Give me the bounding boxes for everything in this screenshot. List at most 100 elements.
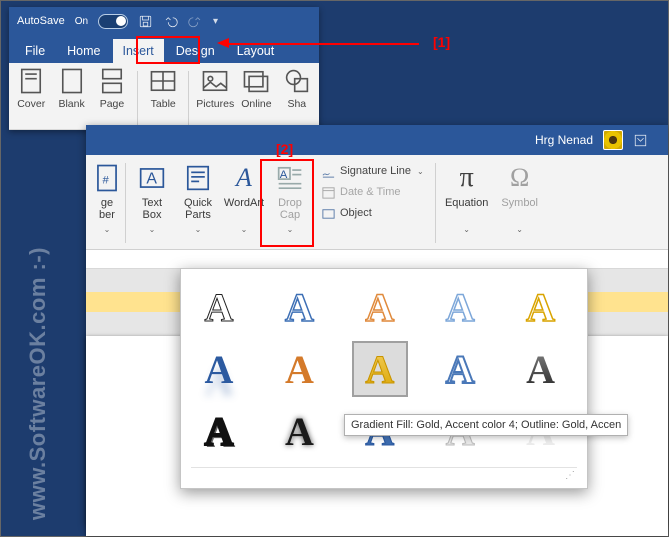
shapes-icon bbox=[282, 67, 312, 95]
cmd-wordart[interactable]: A WordArt ⌄ bbox=[221, 159, 267, 247]
text-group-stack: Signature Line ⌄ Date & Time Object bbox=[313, 159, 432, 247]
quick-parts-icon bbox=[181, 161, 215, 195]
chevron-down-icon: ⌄ bbox=[149, 225, 156, 234]
cover-page-label: Cover bbox=[17, 98, 45, 110]
table-label: Table bbox=[151, 98, 176, 110]
wordart-style-4[interactable]: A bbox=[432, 279, 488, 335]
wordart-tooltip: Gradient Fill: Gold, Accent color 4; Out… bbox=[344, 414, 628, 436]
cmd-online-pictures[interactable]: Online bbox=[238, 67, 274, 129]
redo-icon[interactable] bbox=[188, 14, 203, 29]
symbol-icon: Ω bbox=[503, 161, 537, 195]
chevron-down-icon: ⌄ bbox=[104, 225, 111, 234]
wordart-style-2[interactable]: A bbox=[271, 279, 327, 335]
gallery-resize-grip[interactable]: ⋰ bbox=[191, 467, 577, 484]
symbol-label: Symbol bbox=[501, 197, 538, 223]
wordart-label: WordArt bbox=[224, 197, 264, 223]
quick-parts-label: Quick Parts bbox=[184, 197, 212, 223]
drop-cap-icon: A bbox=[273, 161, 307, 195]
cmd-page-number[interactable]: # ge ber ⌄ bbox=[92, 159, 122, 247]
autosave-toggle[interactable] bbox=[98, 14, 128, 29]
cmd-signature-line[interactable]: Signature Line ⌄ bbox=[317, 161, 428, 181]
ruler[interactable] bbox=[86, 250, 668, 269]
titlebar-bottom: Hrg Nenad bbox=[86, 125, 668, 155]
svg-text:A: A bbox=[146, 171, 157, 188]
cover-page-icon bbox=[16, 67, 46, 95]
wordart-style-9[interactable]: A bbox=[432, 341, 488, 397]
object-label: Object bbox=[340, 207, 372, 219]
word-window-bottom: Hrg Nenad # ge ber ⌄ A Text Box ⌄ Quick … bbox=[86, 125, 668, 525]
autosave-state: On bbox=[75, 16, 88, 27]
cmd-table[interactable]: Table bbox=[145, 67, 181, 129]
user-avatar[interactable] bbox=[603, 130, 623, 150]
cmd-quick-parts[interactable]: Quick Parts ⌄ bbox=[175, 159, 221, 247]
cmd-blank-page[interactable]: Blank bbox=[53, 67, 89, 129]
wordart-style-12[interactable]: A bbox=[271, 403, 327, 459]
drop-cap-label: Drop Cap bbox=[267, 197, 313, 223]
chevron-down-icon: ⌄ bbox=[417, 167, 424, 176]
ribbon-panel-top: Cover Blank Page Table Pictures Online S… bbox=[9, 63, 319, 130]
separator bbox=[125, 163, 126, 243]
table-icon bbox=[148, 67, 178, 95]
cmd-symbol[interactable]: Ω Symbol ⌄ bbox=[495, 159, 545, 247]
annotation-label-1: [1] bbox=[433, 34, 450, 50]
titlebar: AutoSave On ▾ bbox=[9, 7, 319, 35]
cmd-object[interactable]: Object bbox=[317, 203, 428, 223]
wordart-style-5[interactable]: A bbox=[513, 279, 569, 335]
blank-page-label: Blank bbox=[58, 98, 84, 110]
svg-text:A: A bbox=[280, 169, 288, 181]
autosave-label: AutoSave bbox=[17, 15, 65, 27]
pictures-icon bbox=[200, 67, 230, 95]
word-window-top: AutoSave On ▾ File Home Insert Design La… bbox=[9, 7, 319, 130]
page-number-icon: # bbox=[90, 161, 124, 195]
online-pictures-label: Online bbox=[241, 98, 271, 110]
page-break-label: Page bbox=[100, 98, 125, 110]
tab-design[interactable]: Design bbox=[166, 39, 225, 63]
signature-line-label: Signature Line bbox=[340, 165, 411, 177]
wordart-style-6[interactable]: A bbox=[191, 341, 247, 397]
undo-icon[interactable] bbox=[163, 14, 178, 29]
tab-layout[interactable]: Layout bbox=[227, 39, 285, 63]
tab-insert[interactable]: Insert bbox=[113, 39, 164, 63]
text-box-icon: A bbox=[135, 161, 169, 195]
ribbon-tabs: File Home Insert Design Layout bbox=[9, 35, 319, 63]
cmd-text-box[interactable]: A Text Box ⌄ bbox=[129, 159, 175, 247]
chevron-down-icon: ⌄ bbox=[241, 225, 248, 234]
wordart-style-10[interactable]: A bbox=[513, 341, 569, 397]
cmd-shapes[interactable]: Sha bbox=[279, 67, 315, 129]
chevron-down-icon: ⌄ bbox=[516, 225, 523, 234]
cmd-drop-cap[interactable]: A Drop Cap ⌄ bbox=[267, 159, 313, 247]
blank-page-icon bbox=[57, 67, 87, 95]
cmd-pictures[interactable]: Pictures bbox=[196, 67, 234, 129]
cmd-page-break[interactable]: Page bbox=[94, 67, 130, 129]
cmd-equation[interactable]: π Equation ⌄ bbox=[439, 159, 495, 247]
cmd-date-time[interactable]: Date & Time bbox=[317, 182, 428, 202]
equation-label: Equation bbox=[445, 197, 488, 223]
wordart-style-7[interactable]: A bbox=[271, 341, 327, 397]
equation-icon: π bbox=[450, 161, 484, 195]
online-pictures-icon bbox=[241, 67, 271, 95]
page-number-label: ge ber bbox=[99, 197, 115, 223]
save-icon[interactable] bbox=[138, 14, 153, 29]
text-box-label: Text Box bbox=[142, 197, 162, 223]
tab-home[interactable]: Home bbox=[57, 39, 110, 63]
separator bbox=[137, 71, 138, 125]
document-area: A A A A A A A A A A A A A A A ⋰ Gradient… bbox=[86, 250, 668, 532]
watermark-text: www.SoftwareOK.com :-) bbox=[25, 247, 51, 520]
wordart-gallery: A A A A A A A A A A A A A A A ⋰ bbox=[180, 268, 588, 489]
separator bbox=[188, 71, 189, 125]
wordart-style-3[interactable]: A bbox=[352, 279, 408, 335]
separator bbox=[435, 163, 436, 243]
wordart-style-1[interactable]: A bbox=[191, 279, 247, 335]
cmd-cover-page[interactable]: Cover bbox=[13, 67, 49, 129]
wordart-style-8-selected[interactable]: A bbox=[352, 341, 408, 397]
qat-customize-icon[interactable]: ▾ bbox=[213, 16, 218, 27]
chevron-down-icon: ⌄ bbox=[463, 225, 470, 234]
tab-file[interactable]: File bbox=[15, 39, 55, 63]
wordart-icon: A bbox=[227, 161, 261, 195]
user-name: Hrg Nenad bbox=[535, 133, 593, 147]
wordart-style-11[interactable]: A bbox=[191, 403, 247, 459]
page-break-icon bbox=[97, 67, 127, 95]
ribbon-options-icon[interactable] bbox=[633, 133, 648, 148]
svg-text:#: # bbox=[102, 175, 109, 187]
chevron-down-icon: ⌄ bbox=[287, 225, 294, 234]
